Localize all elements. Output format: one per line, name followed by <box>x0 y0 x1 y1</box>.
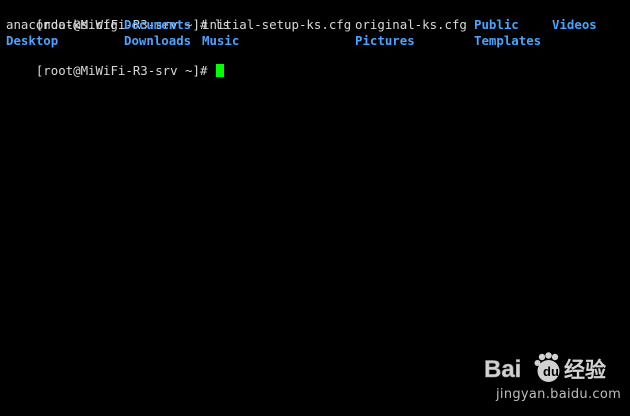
terminal-window[interactable]: [root@MiWiFi-R3-srv ~]# ls anaconda-ks.c… <box>0 0 630 416</box>
listing-entry: original-ks.cfg <box>355 17 467 32</box>
listing-entry: initial-setup-ks.cfg <box>202 17 352 32</box>
shell-prompt: [root@MiWiFi-R3-srv ~]# <box>35 63 208 78</box>
listing-entry: Music <box>202 33 240 48</box>
active-command-line[interactable]: [root@MiWiFi-R3-srv ~]# <box>6 48 224 78</box>
baidu-logo: Bai du 经验 <box>484 352 606 383</box>
listing-entry: Documents <box>124 17 192 32</box>
listing-entry: Public <box>474 17 519 32</box>
listing-entry: Pictures <box>355 33 415 48</box>
listing-entry: anaconda-ks.cfg <box>6 17 118 32</box>
listing-row: anaconda-ks.cfg Documents initial-setup-… <box>6 17 597 32</box>
text-cursor[interactable] <box>215 64 224 77</box>
listing-entry: Templates <box>474 33 542 48</box>
baidu-jingyan-watermark: Bai du 经验 jingyan.baidu.com <box>484 347 624 409</box>
brand-text-right: 经验 <box>564 358 606 382</box>
listing-entry: Desktop <box>6 33 59 48</box>
listing-entry: Downloads <box>124 33 192 48</box>
paw-icon: du <box>534 352 560 382</box>
brand-text-left: Bai <box>484 356 521 383</box>
command-line: [root@MiWiFi-R3-srv ~]# ls <box>6 2 230 32</box>
watermark-url: jingyan.baidu.com <box>496 387 622 402</box>
listing-row: Desktop Downloads Music Pictures Templat… <box>6 33 541 48</box>
svg-text:du: du <box>543 364 559 379</box>
listing-entry: Videos <box>552 17 597 32</box>
